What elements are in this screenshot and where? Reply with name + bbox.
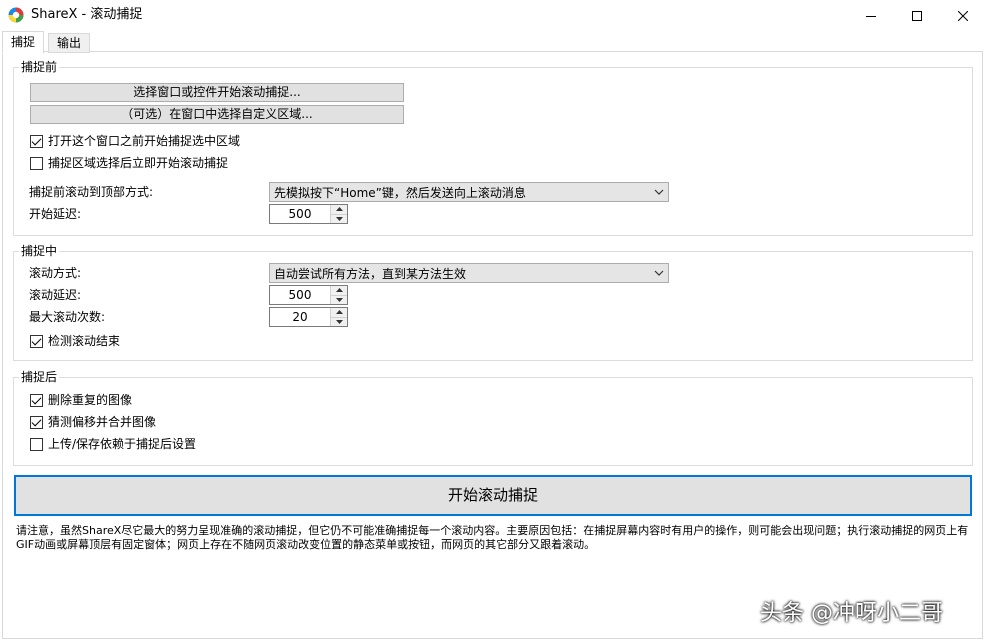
checkbox-label: 猜测偏移并合并图像 xyxy=(48,415,157,429)
checkbox-upload-after-capture[interactable]: 上传/保存依赖于捕捉后设置 xyxy=(30,436,196,452)
spin-down-icon[interactable] xyxy=(331,316,347,326)
spin-down-icon[interactable] xyxy=(331,213,347,223)
checkbox-label: 打开这个窗口之前开始捕捉选中区域 xyxy=(48,134,241,148)
checkbox-label: 上传/保存依赖于捕捉后设置 xyxy=(48,437,197,451)
number-value: 500 xyxy=(288,207,312,221)
checkbox-box[interactable] xyxy=(30,334,43,348)
scroll-top-label: 捕捉前滚动到顶部方式: xyxy=(29,185,154,199)
group-title-after: 捕捉后 xyxy=(19,370,60,384)
spin-up-icon[interactable] xyxy=(331,286,347,295)
close-button[interactable] xyxy=(940,0,986,31)
maximize-button[interactable] xyxy=(894,0,940,31)
minimize-icon xyxy=(866,15,876,17)
number-value: 500 xyxy=(288,288,312,302)
group-after-capture xyxy=(13,377,973,466)
sharex-logo-icon xyxy=(8,7,24,23)
scroll-method-label: 滚动方式: xyxy=(29,266,82,280)
chevron-down-icon xyxy=(650,183,668,201)
chevron-down-icon xyxy=(650,264,668,282)
checkbox-box[interactable] xyxy=(30,415,43,429)
select-value: 自动尝试所有方法，直到某方法生效 xyxy=(274,266,467,281)
scroll-top-method-select[interactable]: 先模拟按下“Home”键，然后发送向上滚动消息 xyxy=(269,182,669,202)
spinner[interactable] xyxy=(330,286,347,304)
checkbox-guess-offset-merge[interactable]: 猜测偏移并合并图像 xyxy=(30,414,156,430)
max-scroll-input[interactable]: 20 xyxy=(269,307,348,327)
spinner[interactable] xyxy=(330,205,347,223)
minimize-button[interactable] xyxy=(848,0,894,31)
select-value: 先模拟按下“Home”键，然后发送向上滚动消息 xyxy=(274,185,526,200)
checkbox-box[interactable] xyxy=(30,156,43,170)
window-title: ShareX - 滚动捕捉 xyxy=(31,7,143,22)
tab-output[interactable]: 输出 xyxy=(48,33,91,53)
title-bar: ShareX - 滚动捕捉 xyxy=(0,0,986,31)
checkbox-remove-duplicates[interactable]: 删除重复的图像 xyxy=(30,392,132,408)
watermark-text: 头条 @冲呀小二哥 xyxy=(760,601,943,626)
notice-text: 请注意，虽然ShareX尽它最大的努力呈现准确的滚动捕捉，但它仍不可能准确捕捉每… xyxy=(16,524,969,551)
group-title-during: 捕捉中 xyxy=(19,244,60,258)
checkbox-label: 捕捉区域选择后立即开始滚动捕捉 xyxy=(48,156,229,170)
maximize-icon xyxy=(912,10,922,21)
select-region-button[interactable]: （可选）在窗口中选择自定义区域... xyxy=(30,105,404,124)
scroll-delay-input[interactable]: 500 xyxy=(269,285,348,305)
select-window-button[interactable]: 选择窗口或控件开始滚动捕捉... xyxy=(30,83,404,102)
checkbox-detect-scroll-end[interactable]: 检测滚动结束 xyxy=(30,333,120,349)
checkbox-auto-start-after-select[interactable]: 捕捉区域选择后立即开始滚动捕捉 xyxy=(30,155,228,171)
spin-up-icon[interactable] xyxy=(331,308,347,317)
close-icon xyxy=(958,10,968,21)
checkbox-label: 检测滚动结束 xyxy=(48,334,121,348)
checkbox-start-selected-region[interactable]: 打开这个窗口之前开始捕捉选中区域 xyxy=(30,133,240,149)
group-title-before: 捕捉前 xyxy=(19,60,60,74)
spin-down-icon[interactable] xyxy=(331,294,347,304)
checkbox-box[interactable] xyxy=(30,134,43,148)
scroll-delay-label: 滚动延迟: xyxy=(29,288,82,302)
checkbox-box[interactable] xyxy=(30,437,43,451)
start-delay-label: 开始延迟: xyxy=(29,207,82,221)
scroll-method-select[interactable]: 自动尝试所有方法，直到某方法生效 xyxy=(269,263,669,283)
checkbox-label: 删除重复的图像 xyxy=(48,393,133,407)
spinner[interactable] xyxy=(330,308,347,326)
start-delay-input[interactable]: 500 xyxy=(269,204,348,224)
max-scroll-label: 最大滚动次数: xyxy=(29,310,106,324)
checkbox-box[interactable] xyxy=(30,393,43,407)
spin-up-icon[interactable] xyxy=(331,205,347,214)
tab-capture[interactable]: 捕捉 xyxy=(2,31,45,54)
start-scroll-capture-button[interactable]: 开始滚动捕捉 xyxy=(14,475,972,516)
number-value: 20 xyxy=(292,310,308,324)
